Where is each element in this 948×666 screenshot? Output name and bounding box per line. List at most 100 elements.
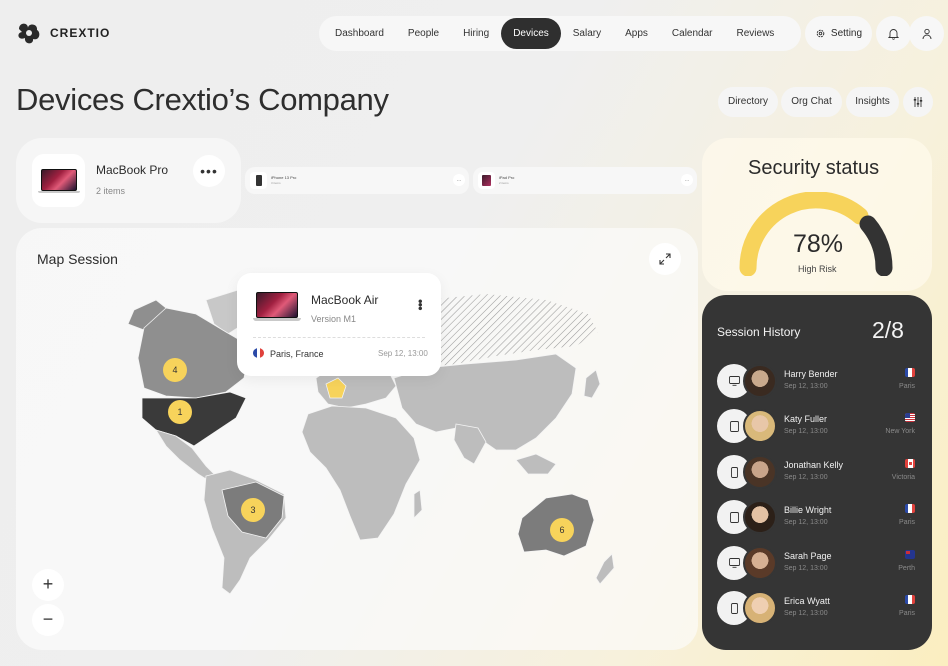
popup-more-icon[interactable]: ••• — [413, 299, 428, 310]
session-user-name: Katy Fuller — [784, 414, 828, 424]
small-device-name: iPhone 13 Pro — [271, 175, 297, 180]
avatar — [743, 364, 777, 398]
page-title: Devices Crextio’s Company — [16, 82, 389, 117]
device-more-button[interactable]: ••• — [193, 155, 225, 187]
brand-logo[interactable]: CREXTIO — [16, 20, 110, 46]
nav-hiring[interactable]: Hiring — [451, 18, 501, 49]
device-card-ipad[interactable]: iPad Pro 2 items … — [473, 167, 697, 194]
device-card[interactable]: MacBook Pro 2 items ••• — [16, 138, 241, 223]
popup-thumbnail — [251, 285, 303, 327]
device-name: MacBook Pro — [96, 163, 169, 177]
session-city: Paris — [899, 383, 915, 390]
session-history-title: Session History — [717, 325, 801, 339]
avatar — [743, 591, 777, 625]
popup-date: Sep 12, 13:00 — [378, 349, 428, 358]
flag-icon — [905, 413, 915, 422]
map-marker[interactable]: 4 — [163, 358, 187, 382]
session-city: Paris — [899, 610, 915, 617]
map-marker[interactable]: 6 — [550, 518, 574, 542]
logo-icon — [18, 23, 40, 44]
small-device-more[interactable]: … — [681, 174, 693, 186]
session-row[interactable]: Erica Wyatt Sep 12, 13:00 Paris — [717, 591, 917, 625]
setting-label: Setting — [830, 28, 863, 39]
session-date: Sep 12, 13:00 — [784, 519, 828, 526]
session-date: Sep 12, 13:00 — [784, 383, 828, 390]
phone-icon — [730, 466, 738, 478]
device-popup[interactable]: MacBook Air Version M1 ••• Paris, France… — [237, 273, 441, 376]
africa — [301, 405, 421, 541]
device-thumbnail — [32, 154, 85, 207]
flag-icon — [905, 550, 915, 559]
session-city: Paris — [899, 519, 915, 526]
session-row[interactable]: Jonathan Kelly Sep 12, 13:00 Victoria — [717, 455, 917, 489]
flag-icon — [905, 368, 915, 377]
monitor-icon — [728, 376, 740, 386]
flag-icon — [905, 459, 915, 468]
profile-button[interactable] — [909, 16, 944, 51]
security-label: High Risk — [798, 264, 837, 274]
nav-devices[interactable]: Devices — [501, 18, 561, 49]
session-date: Sep 12, 13:00 — [784, 474, 828, 481]
session-row[interactable]: Billie Wright Sep 12, 13:00 Paris — [717, 500, 917, 534]
device-card-iphone[interactable]: iPhone 13 Pro 3 items … — [245, 167, 469, 194]
session-date: Sep 12, 13:00 — [784, 428, 828, 435]
more-icon: ••• — [200, 163, 218, 179]
nav-apps[interactable]: Apps — [613, 18, 660, 49]
gear-icon — [816, 29, 825, 38]
small-device-more[interactable]: … — [453, 174, 465, 186]
small-device-name: iPad Pro — [499, 175, 515, 180]
session-user-name: Jonathan Kelly — [784, 460, 844, 470]
session-row[interactable]: Harry Bender Sep 12, 13:00 Paris — [717, 364, 917, 398]
session-user-name: Harry Bender — [784, 369, 838, 379]
session-date: Sep 12, 13:00 — [784, 565, 828, 572]
session-user-name: Billie Wright — [784, 505, 832, 515]
monitor-icon — [728, 558, 740, 568]
flag-icon — [905, 504, 915, 513]
usa — [141, 391, 247, 447]
avatar — [743, 546, 777, 580]
chip-directory[interactable]: Directory — [718, 87, 778, 117]
nav-dashboard[interactable]: Dashboard — [323, 18, 396, 49]
new-zealand — [595, 553, 615, 585]
france-flag-icon — [253, 348, 264, 358]
setting-button[interactable]: Setting — [805, 16, 872, 51]
tablet-icon — [482, 175, 491, 186]
session-city: Perth — [898, 565, 915, 572]
popup-divider — [253, 337, 425, 338]
session-date: Sep 12, 13:00 — [784, 610, 828, 617]
map-marker[interactable]: 1 — [168, 400, 192, 424]
session-user-name: Erica Wyatt — [784, 596, 830, 606]
japan — [583, 369, 601, 399]
sliders-icon — [913, 97, 923, 107]
laptop-icon — [253, 291, 301, 321]
session-row[interactable]: Katy Fuller Sep 12, 13:00 New York — [717, 409, 917, 443]
chip-org-chat[interactable]: Org Chat — [781, 87, 842, 117]
flag-icon — [905, 595, 915, 604]
filter-button[interactable] — [903, 87, 933, 117]
brand-name: CREXTIO — [50, 26, 111, 40]
session-city: New York — [885, 428, 915, 435]
small-device-count: 2 items — [499, 181, 509, 185]
session-history-count: 2/8 — [872, 317, 904, 343]
phone-icon — [255, 175, 262, 186]
nav-salary[interactable]: Salary — [561, 18, 613, 49]
tablet-icon — [729, 511, 739, 523]
phone-icon — [730, 602, 738, 614]
zoom-in-button[interactable]: + — [32, 569, 64, 601]
chip-insights[interactable]: Insights — [846, 87, 899, 117]
laptop-icon — [37, 168, 80, 193]
map-marker[interactable]: 3 — [241, 498, 265, 522]
bell-icon — [888, 28, 899, 40]
avatar — [743, 455, 777, 489]
nav-reviews[interactable]: Reviews — [725, 18, 787, 49]
nav-calendar[interactable]: Calendar — [660, 18, 725, 49]
session-row[interactable]: Sarah Page Sep 12, 13:00 Perth — [717, 546, 917, 580]
main-nav: Dashboard People Hiring Devices Salary A… — [319, 16, 801, 51]
security-value: 78% — [793, 230, 844, 258]
notifications-button[interactable] — [876, 16, 911, 51]
device-count: 2 items — [96, 186, 126, 196]
nav-people[interactable]: People — [396, 18, 451, 49]
zoom-out-button[interactable]: − — [32, 604, 64, 636]
tablet-thumbnail — [478, 172, 495, 189]
session-city: Victoria — [891, 474, 915, 481]
